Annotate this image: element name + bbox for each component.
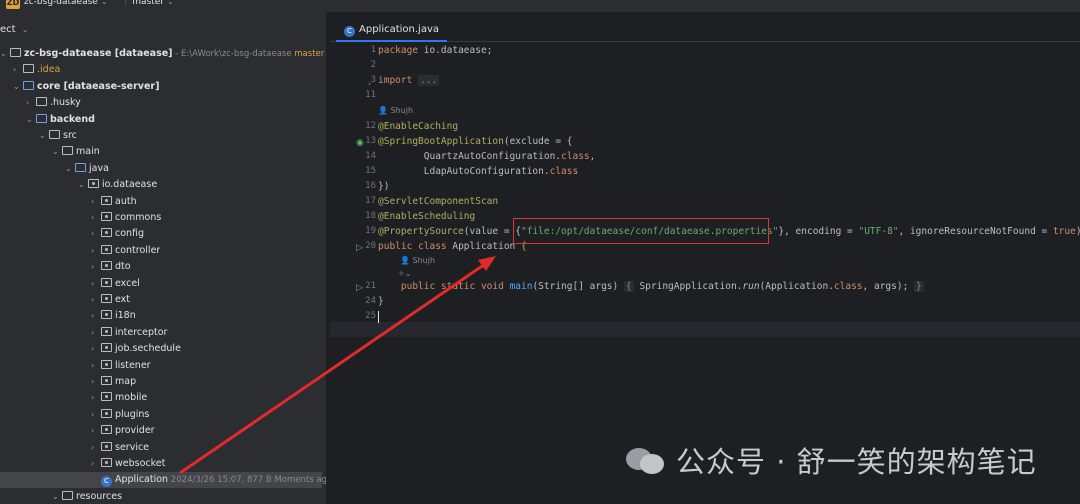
annotation-arrow-line — [179, 260, 489, 475]
wechat-logo-icon — [626, 444, 666, 476]
watermark: 公众号 · 舒一笑的架构笔记 — [626, 438, 1037, 482]
watermark-text: 公众号 · 舒一笑的架构笔记 — [676, 445, 1037, 479]
annotation-arrow — [179, 256, 496, 475]
